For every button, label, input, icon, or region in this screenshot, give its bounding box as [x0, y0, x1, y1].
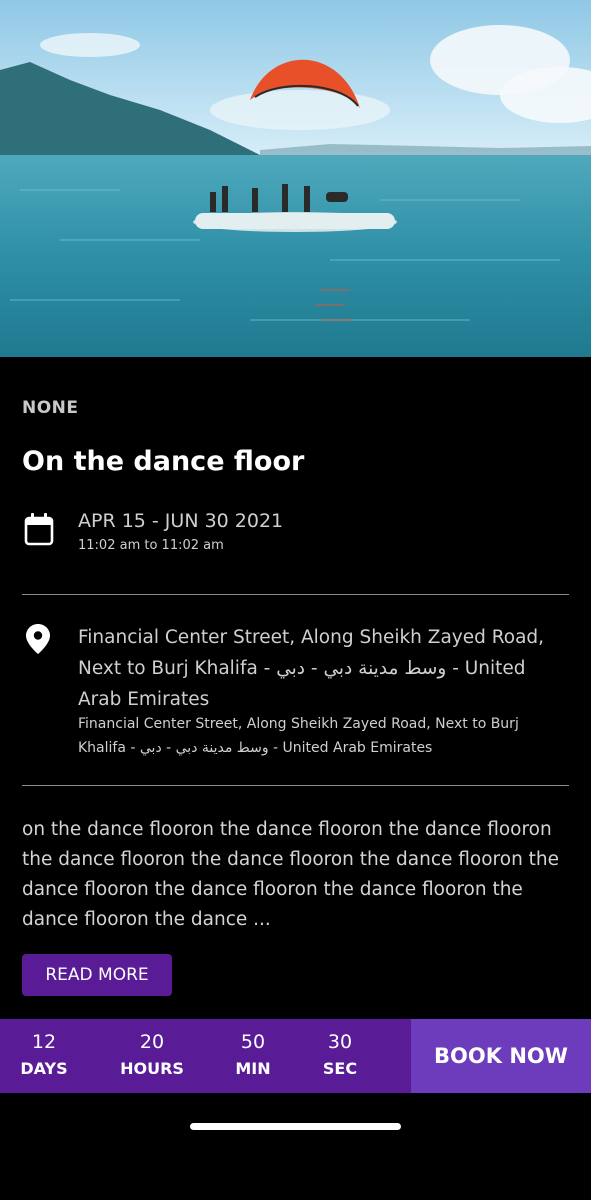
countdown-hours: 20 HOURS: [112, 1019, 192, 1093]
countdown-min: 50 MIN: [222, 1019, 284, 1093]
countdown-hours-label: HOURS: [120, 1059, 184, 1078]
countdown-sec-label: SEC: [322, 1059, 358, 1078]
read-more-button[interactable]: READ MORE: [22, 954, 172, 996]
book-now-button[interactable]: BOOK NOW: [411, 1019, 591, 1093]
calendar-icon: [24, 513, 54, 546]
event-title: On the dance floor: [22, 446, 305, 477]
location-pin-icon: [26, 624, 50, 654]
event-description: on the dance flooron the dance flooron t…: [22, 819, 560, 930]
event-hero-image: [0, 0, 591, 357]
countdown-days-value: 12: [31, 1031, 57, 1053]
booking-bar: 12 DAYS 20 HOURS 50 MIN 30 SEC BOOK NOW: [0, 1019, 591, 1093]
event-location-row: Financial Center Street, Along Sheikh Za…: [22, 620, 569, 770]
event-address-secondary: Financial Center Street, Along Sheikh Za…: [78, 716, 519, 756]
event-date-range: APR 15 - JUN 30 2021: [78, 510, 284, 532]
countdown-min-value: 50: [240, 1031, 266, 1053]
event-category: NONE: [22, 398, 79, 418]
divider: [22, 785, 569, 786]
event-time-range: 11:02 am to 11:02 am: [78, 538, 224, 553]
countdown-days-label: DAYS: [20, 1059, 68, 1078]
countdown-sec: 30 SEC: [308, 1019, 372, 1093]
event-date-row: APR 15 - JUN 30 2021 11:02 am to 11:02 a…: [22, 508, 569, 558]
divider: [22, 594, 569, 595]
hero-photo: [0, 0, 591, 357]
home-indicator[interactable]: [190, 1123, 401, 1130]
event-address: Financial Center Street, Along Sheikh Za…: [78, 627, 545, 710]
countdown-min-label: MIN: [235, 1059, 271, 1078]
countdown-sec-value: 30: [327, 1031, 353, 1053]
countdown-hours-value: 20: [139, 1031, 165, 1053]
countdown-days: 12 DAYS: [10, 1019, 78, 1093]
